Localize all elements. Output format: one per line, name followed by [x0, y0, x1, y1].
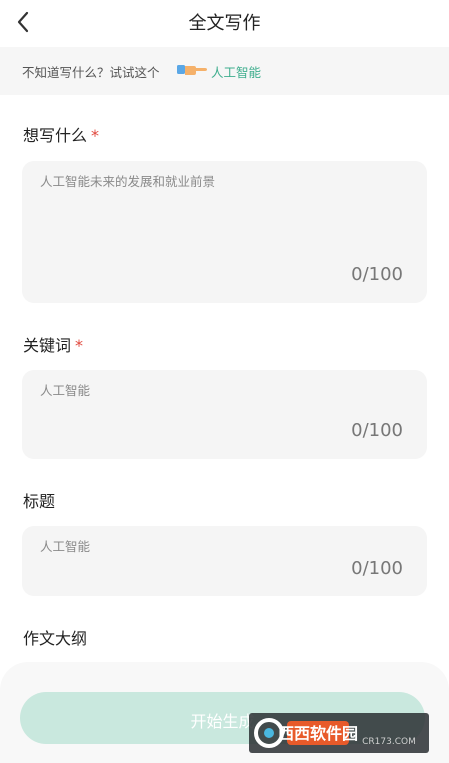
required-mark: *: [91, 126, 100, 145]
suggestion-link[interactable]: 人工智能: [211, 62, 261, 81]
topic-char-counter: 0/100: [351, 264, 403, 285]
page-title: 全文写作: [188, 13, 261, 34]
required-mark: *: [75, 336, 84, 355]
title-placeholder: 人工智能: [40, 539, 91, 554]
suggestion-bar: 不知道写什么？试试这个 人工智能: [0, 47, 449, 95]
topic-label: 想写什么 *: [23, 122, 99, 146]
watermark-domain-text: CR173.COM: [362, 737, 416, 747]
outline-label: 作文大纲: [23, 629, 88, 648]
keywords-input[interactable]: 人工智能 0/100: [22, 370, 427, 459]
keywords-label-text: 关键词: [23, 336, 72, 355]
suggestion-text: 不知道写什么？试试这个: [22, 65, 160, 80]
topic-textarea[interactable]: 人工智能未来的发展和就业前景 0/100: [22, 161, 427, 303]
keywords-placeholder: 人工智能: [40, 383, 91, 398]
topic-placeholder: 人工智能未来的发展和就业前景: [40, 174, 216, 189]
title-input[interactable]: 人工智能 0/100: [22, 526, 427, 596]
top-bar: 全文写作: [0, 0, 449, 46]
title-char-counter: 0/100: [351, 558, 403, 579]
pointing-hand-icon: [177, 65, 207, 75]
topic-label-text: 想写什么: [23, 126, 88, 145]
keywords-label: 关键词 *: [23, 332, 83, 356]
title-label: 标题: [23, 492, 56, 511]
watermark-logo: 西西软件园 CR173.COM: [249, 713, 429, 753]
keywords-char-counter: 0/100: [351, 420, 403, 441]
watermark-brand-text: 西西软件园: [278, 724, 358, 743]
